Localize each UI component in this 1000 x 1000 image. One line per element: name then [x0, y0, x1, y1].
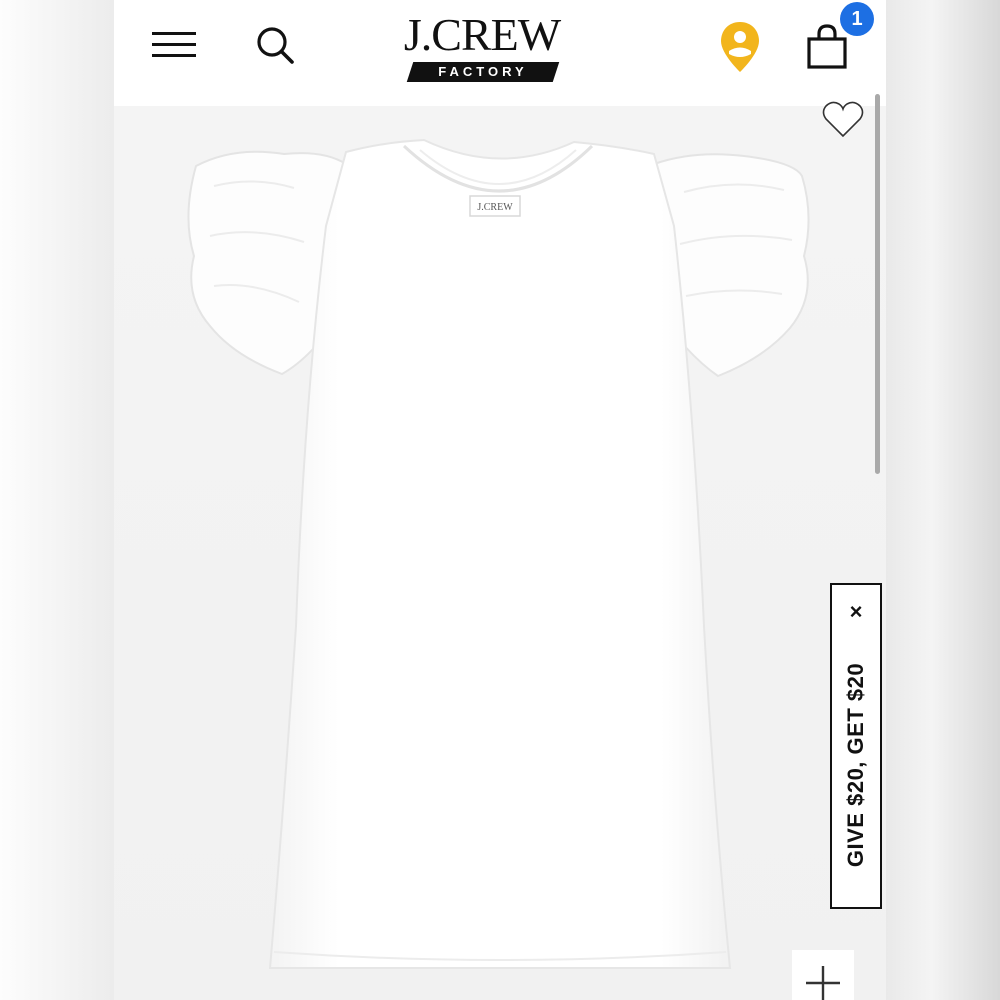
bag-count-badge: 1 [840, 2, 874, 36]
scrollbar-thumb[interactable] [875, 94, 880, 474]
search-icon[interactable] [252, 22, 300, 70]
account-location-pin-icon[interactable] [718, 20, 762, 76]
site-header: J.CREW FACTORY 1 [114, 0, 886, 106]
svg-text:J.CREW: J.CREW [477, 202, 513, 213]
logo-subtext: FACTORY [438, 64, 528, 79]
plus-icon [806, 966, 840, 1000]
zoom-button[interactable] [792, 950, 854, 1000]
mobile-screen: J.CREW FACTORY 1 J.CREW × GIVE $20, GET … [114, 0, 886, 1000]
hamburger-menu-icon[interactable] [150, 28, 198, 62]
heart-outline-icon[interactable] [820, 98, 866, 142]
jcrew-factory-logo[interactable]: J.CREW FACTORY [382, 10, 582, 86]
background-left [0, 0, 114, 1000]
promo-label[interactable]: GIVE $20, GET $20 [843, 663, 869, 867]
referral-promo-tab[interactable]: × GIVE $20, GET $20 [830, 583, 882, 909]
close-icon[interactable]: × [832, 599, 880, 625]
product-image: J.CREW [187, 138, 810, 969]
background-right [886, 0, 1000, 1000]
logo-wordmark: J.CREW [403, 9, 561, 60]
product-image-area: J.CREW [114, 101, 886, 1000]
